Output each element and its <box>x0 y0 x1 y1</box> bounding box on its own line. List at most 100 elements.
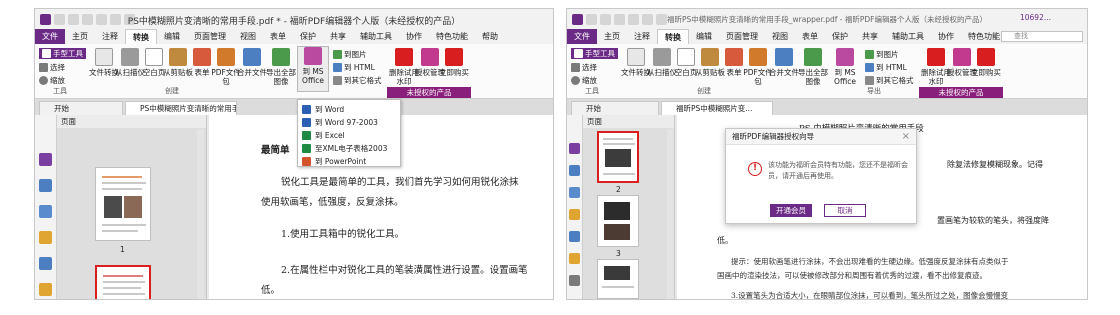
menu-home[interactable]: 主页 <box>65 29 95 44</box>
menu-accessibility[interactable]: 辅助工具 <box>353 29 399 44</box>
attachment-icon[interactable] <box>569 231 580 242</box>
merge-files-button[interactable]: 合并文件 <box>237 48 267 77</box>
zoom-tool[interactable]: 缩放 <box>39 75 65 86</box>
export-all-images-label: 导出全部图像 <box>798 68 828 86</box>
to-other-label: 到其它格式 <box>344 76 382 85</box>
menu-share[interactable]: 共享 <box>855 29 885 44</box>
export-all-images-button[interactable]: 导出全部图像 <box>797 48 829 86</box>
title-bar: 福昕PS中模糊照片变清晰的常用手段_wrapper.pdf - 福昕PDF编辑器… <box>567 9 1087 29</box>
doc-paragraph: 提示：使用软画笔进行涂抹，不会出现难看的生硬边缘。低强度反复涂抹有点类似于 <box>731 257 1009 266</box>
menu-file[interactable]: 文件 <box>35 29 65 44</box>
menu-collab[interactable]: 协作 <box>399 29 429 44</box>
dropdown-item-word97[interactable]: 到 Word 97-2003 <box>302 116 378 128</box>
to-image-button[interactable]: 到图片 <box>865 49 899 60</box>
bookmark-icon[interactable] <box>39 153 52 166</box>
page-thumbnail[interactable] <box>95 167 151 241</box>
group-label-tools: 工具 <box>53 87 67 95</box>
tab-document[interactable]: PS中模糊照片变清晰的常用手... <box>125 101 237 115</box>
to-html-button[interactable]: 到 HTML <box>865 62 907 73</box>
dropdown-item-excel[interactable]: 到 Excel <box>302 129 345 141</box>
menu-collab[interactable]: 协作 <box>931 29 961 44</box>
zoom-tool[interactable]: 缩放 <box>571 75 597 86</box>
menu-convert[interactable]: 转换 <box>657 29 689 44</box>
menu-accessibility[interactable]: 辅助工具 <box>885 29 931 44</box>
comments-icon[interactable] <box>39 231 52 244</box>
search-input[interactable]: 查找 <box>1001 31 1083 42</box>
page-thumbnail[interactable] <box>597 259 639 299</box>
pages-icon[interactable] <box>569 165 580 176</box>
hand-tool[interactable]: 手型工具 <box>571 48 618 59</box>
tab-start[interactable]: 开始 <box>571 101 659 115</box>
menu-edit[interactable]: 编辑 <box>689 29 719 44</box>
export-all-images-button[interactable]: 导出全部图像 <box>265 48 297 86</box>
menu-form[interactable]: 表单 <box>263 29 293 44</box>
window-title: PS中模糊照片变清晰的常用手段.pdf * - 福昕PDF编辑器个人版（未经授权… <box>127 17 461 27</box>
menu-form[interactable]: 表单 <box>795 29 825 44</box>
thumbnail-scrollbar[interactable] <box>667 129 674 299</box>
dropdown-item-word[interactable]: 到 Word <box>302 103 344 115</box>
dropdown-item-powerpoint[interactable]: 到 PowerPoint <box>302 155 366 167</box>
menu-file[interactable]: 文件 <box>567 29 597 44</box>
attachment-icon[interactable] <box>39 257 52 270</box>
to-other-button[interactable]: 到其它格式 <box>865 75 914 86</box>
to-other-button[interactable]: 到其它格式 <box>333 75 382 86</box>
lock-icon[interactable] <box>39 283 52 296</box>
user-id[interactable]: 10692... <box>1020 13 1051 22</box>
activate-membership-button[interactable]: 开通会员 <box>770 204 812 217</box>
dropdown-item-xml[interactable]: 至XML电子表格2003 <box>302 142 387 154</box>
document-tabs: 开始 PS中模糊照片变清晰的常用手... <box>35 99 553 115</box>
layers-icon[interactable] <box>569 187 580 198</box>
file-convert-icon <box>95 48 113 66</box>
select-tool[interactable]: 选择 <box>571 62 597 73</box>
hand-tool[interactable]: 手型工具 <box>39 48 86 59</box>
tab-document[interactable]: 福昕PS中模糊照片变... <box>661 101 773 115</box>
tab-start[interactable]: 开始 <box>39 101 123 115</box>
menu-protect[interactable]: 保护 <box>293 29 323 44</box>
menu-features[interactable]: 特色功能 <box>429 29 475 44</box>
menu-view[interactable]: 视图 <box>233 29 263 44</box>
to-image-button[interactable]: 到图片 <box>333 49 367 60</box>
menu-page-manage[interactable]: 页面管理 <box>187 29 233 44</box>
document-tabs: 开始 福昕PS中模糊照片变... <box>567 99 1087 115</box>
menu-edit[interactable]: 编辑 <box>157 29 187 44</box>
license-icon <box>421 48 439 66</box>
merge-files-button[interactable]: 合并文件 <box>769 48 799 77</box>
to-html-label: 到 HTML <box>344 63 375 72</box>
thumb-photo <box>605 149 631 167</box>
menu-share[interactable]: 共享 <box>323 29 353 44</box>
select-tool[interactable]: 选择 <box>39 62 65 73</box>
menu-help[interactable]: 帮助 <box>475 29 505 44</box>
signature-icon[interactable] <box>569 275 580 286</box>
page-thumbnail-selected[interactable] <box>95 265 151 299</box>
cancel-button[interactable]: 取消 <box>824 204 866 217</box>
close-icon[interactable]: × <box>902 131 910 142</box>
buy-now-button[interactable]: 立即购买 <box>971 48 1001 77</box>
menu-comment[interactable]: 注释 <box>627 29 657 44</box>
buy-now-button[interactable]: 立即购买 <box>439 48 469 77</box>
page-thumbnail-selected[interactable] <box>597 131 639 183</box>
to-ms-office-button[interactable]: 到 MS Office <box>297 46 329 92</box>
bookmark-icon[interactable] <box>569 143 580 154</box>
group-label-create: 创建 <box>697 87 711 95</box>
to-ms-office-button[interactable]: 到 MS Office <box>829 48 861 86</box>
left-sidebar <box>35 115 57 299</box>
pages-icon[interactable] <box>39 179 52 192</box>
menu-protect[interactable]: 保护 <box>825 29 855 44</box>
lock-icon[interactable] <box>569 253 580 264</box>
menu-comment[interactable]: 注释 <box>95 29 125 44</box>
thumbnail-scrollbar[interactable] <box>197 129 204 299</box>
comments-icon[interactable] <box>569 209 580 220</box>
doc-paragraph: 锐化工具是最简单的工具，我们首先学习如何用锐化涂抹 <box>281 177 519 188</box>
group-label-create: 创建 <box>165 87 179 95</box>
dropdown-item-label: 到 Word 97-2003 <box>315 117 378 127</box>
excel-icon <box>302 130 311 140</box>
menu-home[interactable]: 主页 <box>597 29 627 44</box>
menu-page-manage[interactable]: 页面管理 <box>719 29 765 44</box>
page-number: 2 <box>616 185 621 194</box>
menu-convert[interactable]: 转换 <box>125 29 157 44</box>
to-html-button[interactable]: 到 HTML <box>333 62 375 73</box>
image-icon <box>333 50 342 59</box>
page-thumbnail[interactable] <box>597 195 639 247</box>
menu-view[interactable]: 视图 <box>765 29 795 44</box>
layers-icon[interactable] <box>39 205 52 218</box>
